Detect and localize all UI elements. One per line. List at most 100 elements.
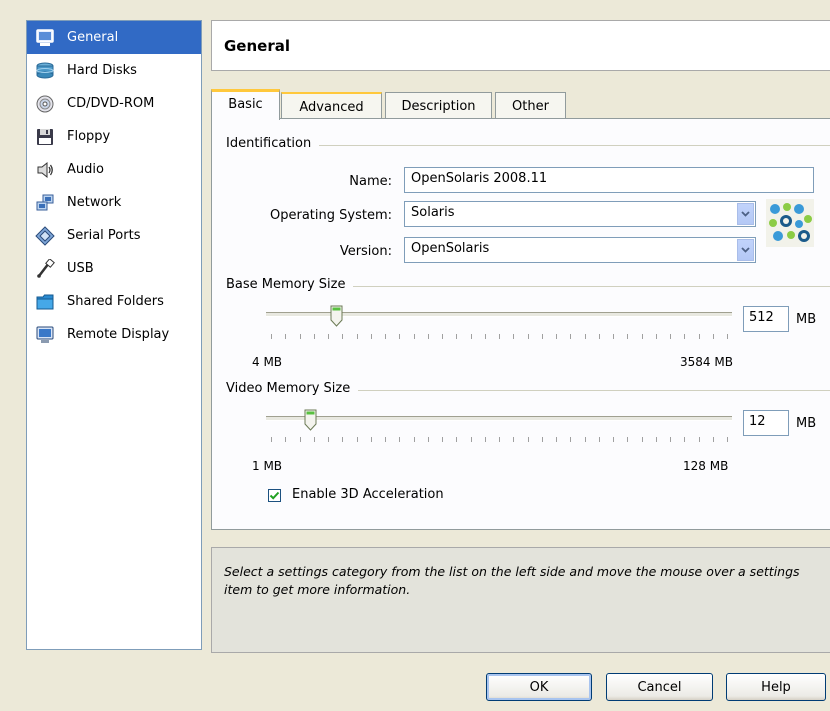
slider-tick — [314, 437, 315, 442]
tab-label: Description — [401, 99, 476, 114]
slider-tick — [599, 437, 600, 442]
slider-tick — [513, 334, 514, 339]
ok-button[interactable]: OK — [486, 673, 592, 701]
slider-tick — [699, 437, 700, 442]
slider-tick — [371, 437, 372, 442]
sidebar-item-cd-dvd-rom[interactable]: CD/DVD-ROM — [27, 87, 201, 120]
remote-display-icon — [35, 325, 55, 345]
slider-tick — [428, 334, 429, 339]
tab-label: Other — [512, 99, 549, 114]
sidebar-item-general[interactable]: General — [27, 21, 201, 54]
serial-port-icon — [35, 225, 55, 246]
slider-tick — [542, 334, 543, 339]
slider-tick — [314, 334, 315, 339]
slider-tick — [442, 437, 443, 442]
settings-category-list[interactable]: General Hard Disks CD/DVD-ROM Floppy Aud… — [26, 20, 202, 650]
folder-icon — [35, 292, 55, 312]
slider-tick — [471, 334, 472, 339]
enable-3d-checkbox[interactable] — [268, 489, 281, 502]
slider-tick — [414, 437, 415, 442]
sidebar-item-label: Serial Ports — [67, 228, 141, 243]
tab-basic[interactable]: Basic — [211, 89, 280, 120]
sidebar-item-label: Hard Disks — [67, 63, 137, 78]
slider-tick — [271, 334, 272, 339]
slider-tick — [328, 437, 329, 442]
sidebar-item-label: CD/DVD-ROM — [67, 96, 155, 111]
slider-tick — [428, 437, 429, 442]
help-label: Help — [761, 679, 791, 695]
cancel-button[interactable]: Cancel — [606, 673, 713, 701]
tab-advanced[interactable]: Advanced — [281, 92, 382, 119]
slider-tick — [684, 334, 685, 339]
version-select[interactable]: OpenSolaris — [404, 237, 756, 263]
video-memory-slider-thumb[interactable] — [304, 409, 317, 431]
name-value: OpenSolaris 2008.11 — [411, 171, 548, 186]
slider-tick — [271, 437, 272, 442]
sidebar-item-audio[interactable]: Audio — [27, 153, 201, 186]
chevron-down-icon[interactable] — [737, 239, 754, 261]
slider-tick — [342, 334, 343, 339]
slider-tick — [385, 437, 386, 442]
slider-tick — [570, 437, 571, 442]
chevron-down-icon[interactable] — [737, 203, 754, 225]
slider-tick — [399, 334, 400, 339]
slider-tick — [485, 334, 486, 339]
info-text: Select a settings category from the list… — [224, 564, 800, 597]
sidebar-item-hard-disks[interactable]: Hard Disks — [27, 54, 201, 87]
slider-tick — [642, 334, 643, 339]
enable-3d-label: Enable 3D Acceleration — [292, 487, 444, 502]
slider-tick — [613, 334, 614, 339]
hard-disk-icon — [35, 61, 55, 81]
slider-tick — [713, 437, 714, 442]
tab-label: Basic — [228, 97, 263, 112]
video-memory-value: 12 — [749, 414, 766, 429]
tab-description[interactable]: Description — [385, 92, 492, 119]
slider-tick — [357, 437, 358, 442]
slider-tick — [528, 437, 529, 442]
slider-tick — [585, 437, 586, 442]
sidebar-item-remote-display[interactable]: Remote Display — [27, 318, 201, 351]
slider-tick — [528, 334, 529, 339]
slider-tick — [471, 437, 472, 442]
slider-tick — [727, 437, 728, 442]
slider-tick — [357, 334, 358, 339]
help-button[interactable]: Help — [726, 673, 826, 701]
slider-tick — [371, 334, 372, 339]
slider-tick — [542, 437, 543, 442]
base-memory-slider-thumb[interactable] — [330, 305, 343, 327]
sidebar-item-shared-folders[interactable]: Shared Folders — [27, 285, 201, 318]
slider-tick — [585, 334, 586, 339]
base-memory-min-label: 4 MB — [252, 355, 283, 369]
network-icon — [35, 193, 55, 213]
base-memory-ticks — [266, 334, 732, 340]
slider-tick — [656, 334, 657, 339]
sidebar-item-label: Remote Display — [67, 327, 170, 342]
ok-label: OK — [529, 679, 549, 695]
page-title: General — [224, 37, 290, 55]
base-memory-field[interactable]: 512 — [743, 306, 789, 332]
tab-other[interactable]: Other — [495, 92, 566, 119]
video-memory-slider-track[interactable] — [266, 416, 732, 421]
speaker-icon — [35, 160, 55, 180]
os-select[interactable]: Solaris — [404, 201, 756, 227]
slider-tick — [456, 437, 457, 442]
slider-tick — [300, 334, 301, 339]
sidebar-item-label: Floppy — [67, 129, 111, 144]
video-memory-field[interactable]: 12 — [743, 410, 789, 436]
sidebar-item-serial-ports[interactable]: Serial Ports — [27, 219, 201, 252]
video-memory-ticks — [266, 437, 732, 443]
slider-tick — [556, 334, 557, 339]
name-field[interactable]: OpenSolaris 2008.11 — [404, 167, 814, 193]
version-value: OpenSolaris — [411, 241, 490, 256]
sidebar-item-floppy[interactable]: Floppy — [27, 120, 201, 153]
sidebar-item-network[interactable]: Network — [27, 186, 201, 219]
base-memory-max-label: 3584 MB — [680, 355, 733, 369]
slider-tick — [385, 334, 386, 339]
slider-tick — [570, 334, 571, 339]
sidebar-item-usb[interactable]: USB — [27, 252, 201, 285]
base-memory-group-label: Base Memory Size — [226, 277, 354, 292]
sidebar-item-label: Shared Folders — [67, 294, 164, 309]
page-title-box: General — [211, 20, 830, 71]
sidebar-item-label: Audio — [67, 162, 104, 177]
version-label: Version: — [339, 244, 392, 259]
